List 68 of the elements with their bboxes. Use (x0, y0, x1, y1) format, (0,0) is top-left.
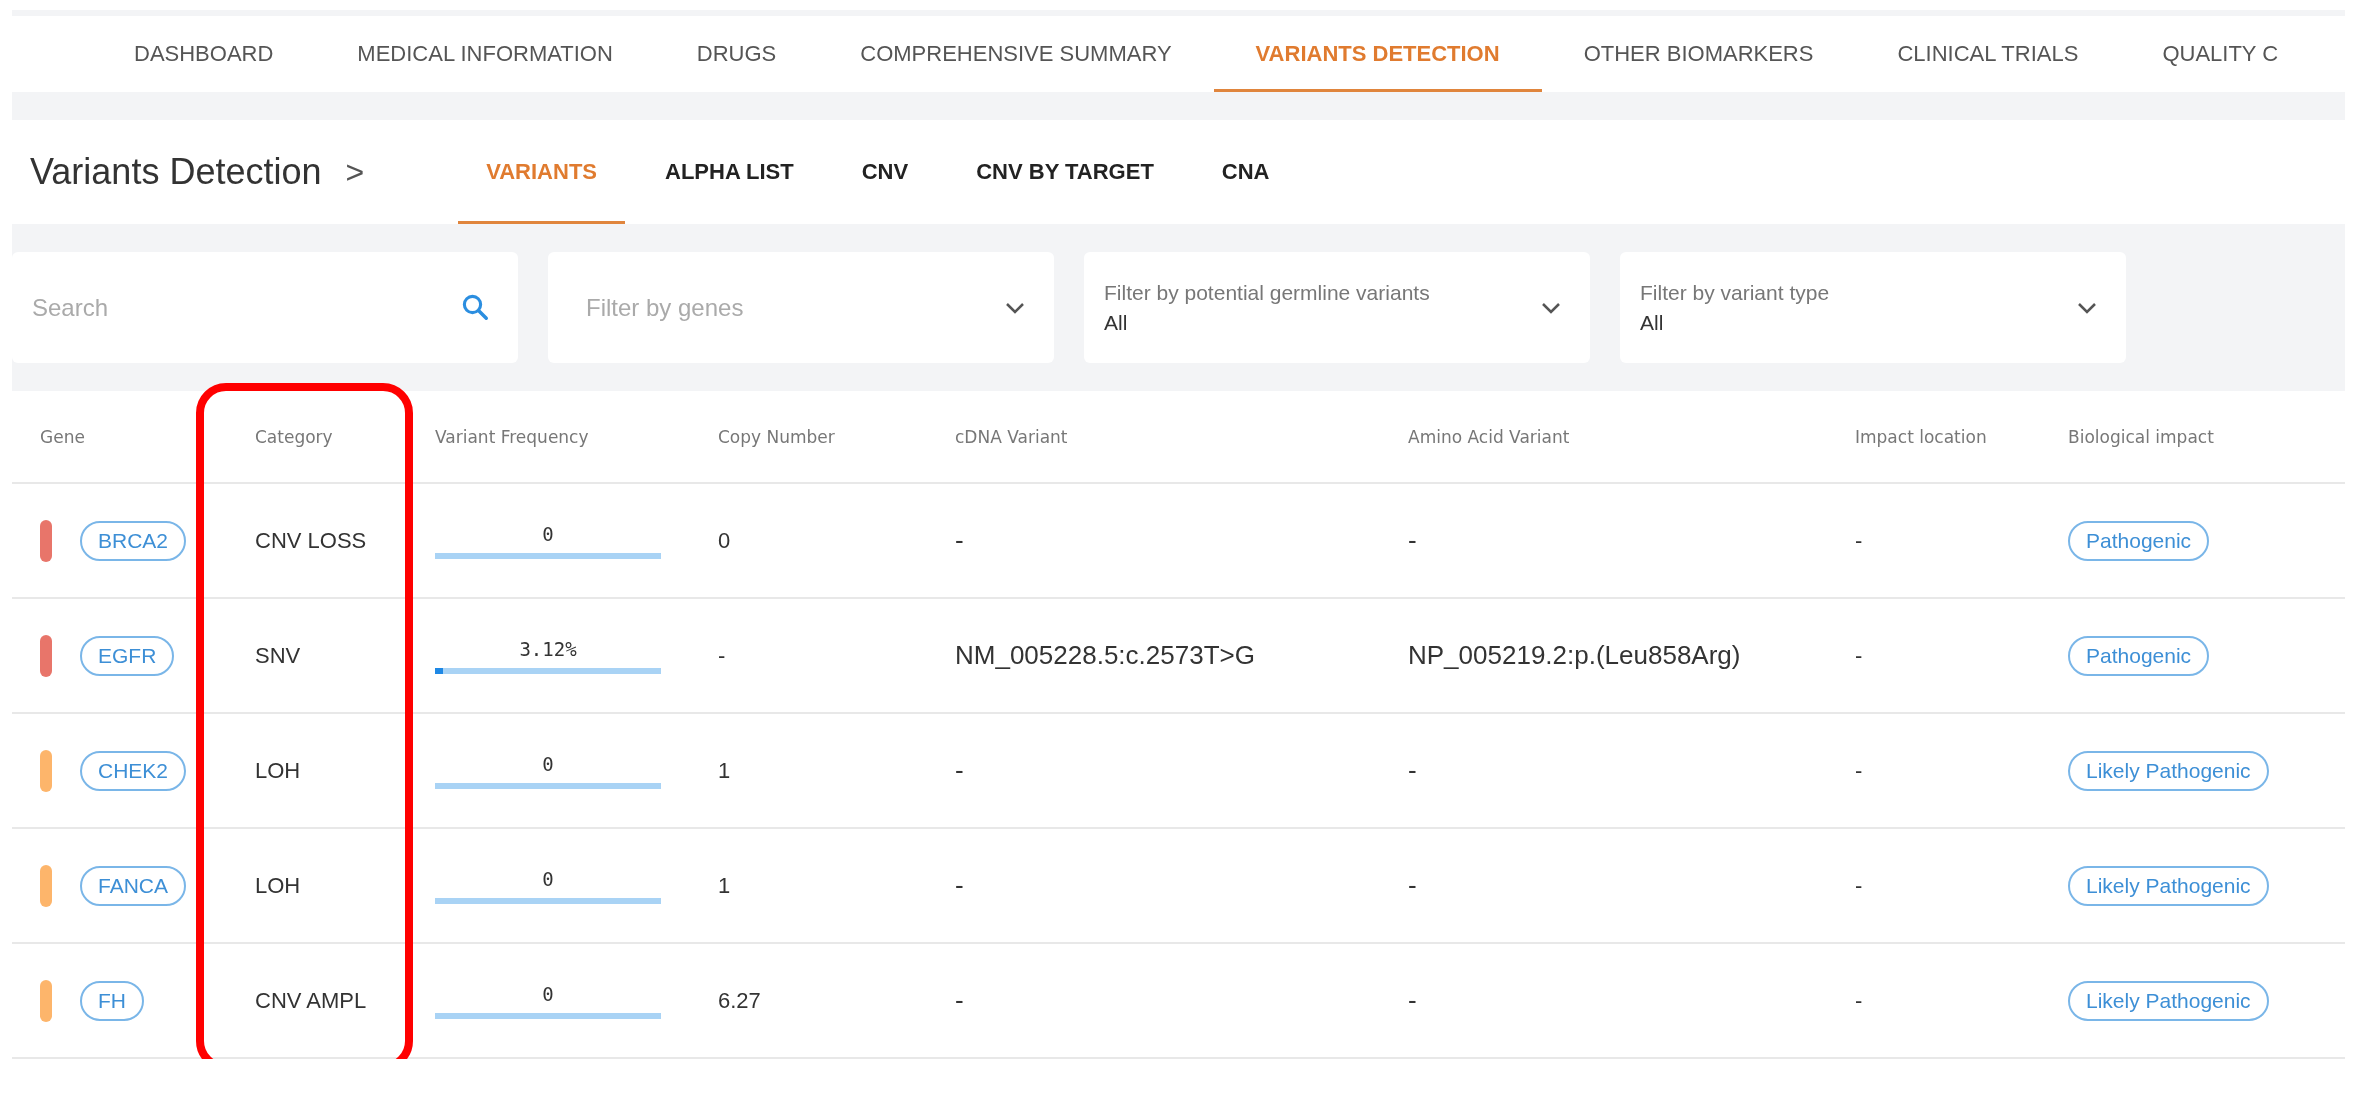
sub-tab[interactable]: ALPHA LIST (637, 120, 822, 224)
column-header: Biological impact (2068, 426, 2214, 447)
filter-dropdown[interactable]: Filter by variant type All (1620, 252, 2126, 363)
table-cell: 0 (718, 527, 731, 554)
table-cell: - (1855, 872, 1863, 899)
table-cell: - (1855, 757, 1863, 784)
table-cell: CNV LOSS (255, 527, 367, 554)
impact-chip: Likely Pathogenic (2068, 865, 2269, 906)
table-cell: LOH (255, 872, 301, 899)
nav-tab[interactable]: DASHBOARD (92, 16, 316, 93)
frequency-value: 0 (542, 752, 554, 775)
chevron-text[interactable]: > (345, 153, 365, 191)
filter-placeholder: Filter by genes (585, 293, 744, 322)
table-cell: NM_005228.5:c.2573T>G (955, 640, 1255, 671)
table-cell: - (1408, 985, 1417, 1016)
table-cell: SNV (255, 642, 301, 669)
table-cell: - (1408, 870, 1417, 901)
nav-tab[interactable]: OTHER BIOMARKERS (1541, 16, 1856, 93)
impact-chip: Likely Pathogenic (2068, 980, 2269, 1021)
table-cell: - (1408, 525, 1417, 556)
filter-value: All (1104, 310, 1129, 335)
table-cell: CNV AMPL (255, 987, 367, 1014)
nav-tab[interactable]: COMPREHENSIVE SUMMARY (818, 16, 1214, 93)
nav-tab[interactable]: MEDICAL INFORMATION (315, 16, 655, 93)
table-cell: - (718, 642, 726, 669)
table-cell: 1 (718, 757, 731, 784)
table-cell: 6.27 (718, 987, 761, 1014)
filter-label: Filter by variant type (1640, 280, 1830, 305)
table-cell: 1 (718, 872, 731, 899)
column-header: Impact location (1855, 426, 1987, 447)
table-cell: - (955, 985, 964, 1016)
table-cell: LOH (255, 757, 301, 784)
impact-chip: Pathogenic (2068, 635, 2210, 676)
nav-tab[interactable]: DRUGS (654, 16, 819, 93)
column-header: Copy Number (718, 426, 835, 447)
filter-value: All (1640, 310, 1665, 335)
filter-label: Filter by potential germline variants (1104, 280, 1430, 305)
sub-tab[interactable]: CNA (1193, 120, 1298, 224)
column-header: Amino Acid Variant (1408, 426, 1570, 447)
nav-tab[interactable]: QUALITY C (2120, 16, 2321, 93)
column-header: cDNA Variant (955, 426, 1068, 447)
table-cell: - (1855, 527, 1863, 554)
search-field[interactable]: Search (12, 252, 518, 363)
chevron-down-icon (2076, 300, 2098, 315)
sub-tab[interactable]: CNV BY TARGET (948, 120, 1182, 224)
table-cell: - (1408, 755, 1417, 786)
sub-tab[interactable]: CNV (833, 120, 937, 224)
column-header: Gene (40, 426, 85, 447)
table-cell: - (955, 870, 964, 901)
chevron-down-icon (1540, 300, 1562, 315)
table-cell: - (955, 755, 964, 786)
filter-dropdown[interactable]: Filter by potential germline variants All (1084, 252, 1590, 363)
frequency-value: 0 (542, 867, 554, 890)
nav-tab[interactable]: CLINICAL TRIALS (1855, 16, 2121, 93)
table-cell: - (1855, 642, 1863, 669)
column-header: Category (255, 426, 333, 447)
impact-chip: Likely Pathogenic (2068, 750, 2269, 791)
frequency-value: 3.12% (519, 637, 577, 660)
chevron-down-icon (1004, 300, 1026, 315)
table-cell: - (1855, 987, 1863, 1014)
search-icon[interactable] (460, 292, 490, 322)
section-title: Variants Detection (30, 151, 322, 194)
column-header: Variant Frequency (435, 426, 589, 447)
table-cell: NP_005219.2:p.(Leu858Arg) (1408, 640, 1741, 671)
frequency-value: 0 (542, 522, 554, 545)
impact-chip: Pathogenic (2068, 520, 2210, 561)
table-cell: - (955, 525, 964, 556)
frequency-value: 0 (542, 982, 554, 1005)
